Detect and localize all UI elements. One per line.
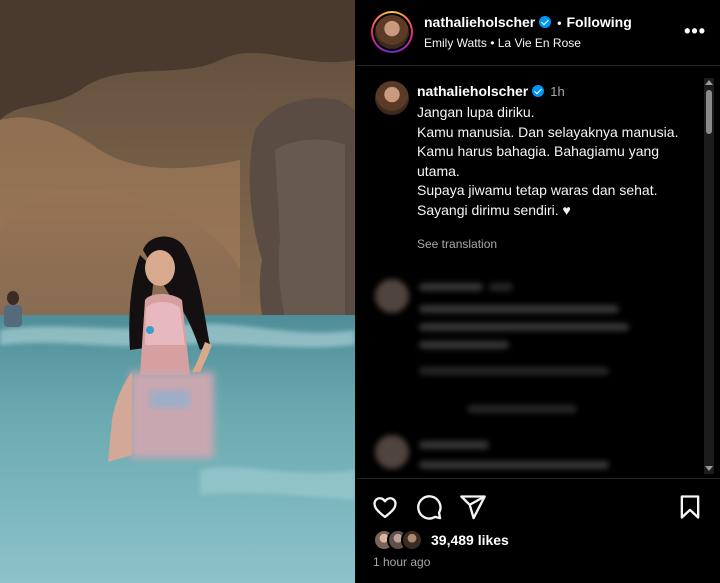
separator-dot: •: [557, 16, 562, 30]
liker-avatar: [401, 529, 423, 551]
comments-scrollbar[interactable]: [704, 78, 714, 474]
see-translation-link[interactable]: See translation: [417, 237, 497, 251]
comment-avatar: [375, 279, 409, 313]
caption-line: Kamu harus bahagia. Bahagiamu yang utama…: [417, 143, 660, 179]
share-icon[interactable]: [459, 493, 487, 521]
audio-track-link[interactable]: Emily Watts • La Vie En Rose: [424, 36, 581, 50]
heart-icon[interactable]: [371, 493, 399, 521]
post-media[interactable]: [0, 0, 355, 583]
post-header: nathalieholscher • Following Emily Watts •…: [357, 0, 720, 66]
scroll-down-icon[interactable]: [705, 466, 713, 471]
following-button[interactable]: Following: [566, 14, 631, 30]
comment-line-placeholder: [419, 461, 609, 469]
post-details-panel: nathalieholscher • Following Emily Watts •…: [357, 0, 720, 583]
caption-header: nathalieholscher 1h: [417, 83, 565, 99]
comment-icon[interactable]: [415, 493, 443, 521]
avatar: [375, 15, 409, 49]
bookmark-icon[interactable]: [676, 493, 704, 521]
more-options-icon[interactable]: •••: [684, 22, 706, 40]
comment-line-placeholder: [419, 441, 489, 449]
author-username[interactable]: nathalieholscher: [424, 14, 535, 30]
caption-text: Jangan lupa diriku. Kamu manusia. Dan se…: [417, 103, 687, 220]
comment-line-placeholder: [419, 323, 629, 331]
comment-line-placeholder: [489, 283, 513, 291]
comment-line-placeholder: [419, 283, 483, 291]
comments-scroll-area[interactable]: nathalieholscher 1h Jangan lupa diriku. K…: [357, 67, 720, 477]
caption-line: Sayangi dirimu sendiri. ♥: [417, 201, 571, 218]
caption-line: Jangan lupa diriku.: [417, 104, 535, 120]
scroll-up-icon[interactable]: [705, 80, 713, 85]
verified-badge-icon: [532, 85, 545, 97]
scroll-thumb[interactable]: [706, 90, 712, 134]
post-actions: 39,489 likes 1 hour ago: [357, 478, 720, 583]
comment-avatar: [375, 435, 409, 469]
caption-timestamp[interactable]: 1h: [550, 84, 564, 99]
beach-video-frame: [0, 0, 355, 583]
author-avatar-story-ring[interactable]: [371, 11, 413, 53]
caption-line: Supaya jiwamu tetap waras dan sehat.: [417, 182, 658, 198]
header-username-row: nathalieholscher • Following: [424, 14, 632, 30]
caption-author-avatar[interactable]: [375, 81, 409, 115]
comment-line-placeholder: [467, 405, 577, 413]
comment-line-placeholder: [419, 367, 609, 375]
caption-username[interactable]: nathalieholscher: [417, 83, 528, 99]
verified-badge-icon: [539, 16, 552, 28]
post-timestamp[interactable]: 1 hour ago: [373, 555, 430, 569]
comment-line-placeholder: [419, 341, 509, 349]
likes-count[interactable]: 39,489 likes: [431, 532, 509, 548]
caption-line: Kamu manusia. Dan selayaknya manusia.: [417, 123, 679, 140]
comment-line-placeholder: [419, 305, 619, 313]
